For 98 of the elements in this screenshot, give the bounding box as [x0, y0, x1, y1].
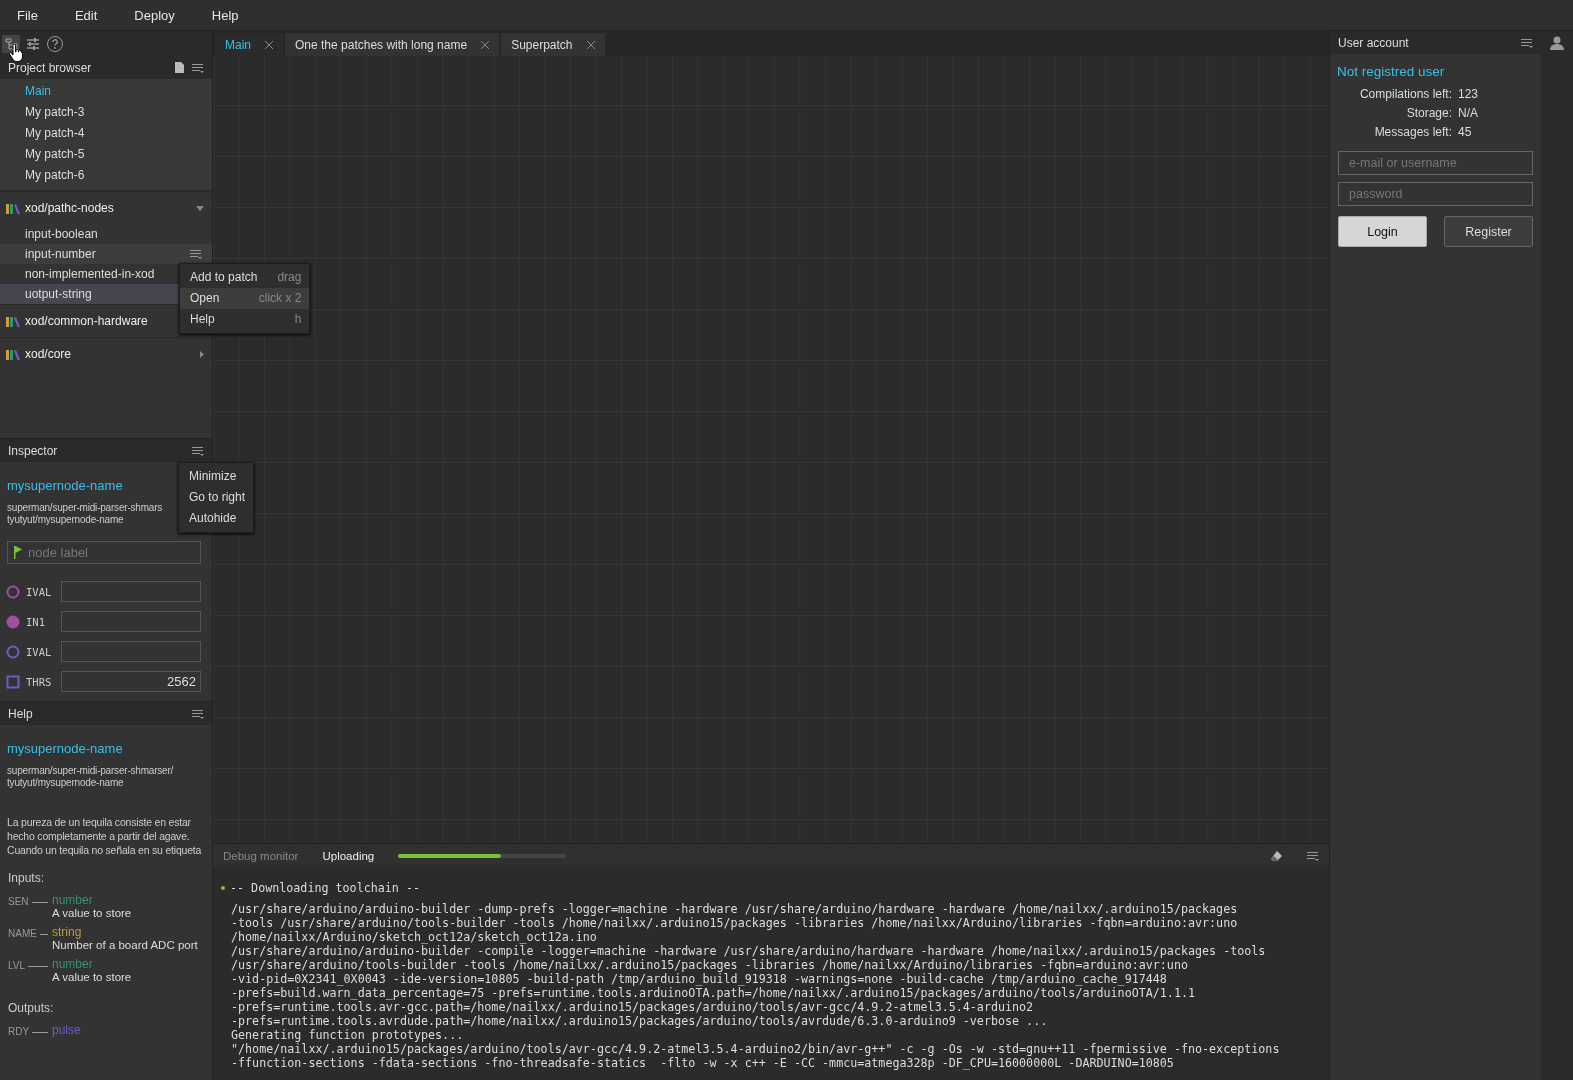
log-line: -prefs=runtime.tools.avrdude.path=/home/nailxx/.arduino15/packages/arduino/tools/avrdude/6.3.0-arduino9 -verbose ...	[230, 1014, 1049, 1028]
user-icon[interactable]	[1550, 36, 1564, 50]
menu-item[interactable]: Autohide	[179, 508, 254, 529]
library-item[interactable]: xod/core	[0, 337, 212, 370]
stat-label: Compilations left:	[1358, 87, 1452, 101]
log-line: /usr/share/arduino/tools-builder -tools /home/nailxx/.arduino15/packages -libraries /home/nailxx/Arduino/libraries -fqbn=arduino:avr:uno	[230, 958, 1189, 972]
stat-value: 123	[1458, 87, 1480, 101]
section-heading: Outputs:	[7, 1000, 55, 1017]
pin-value-field[interactable]	[61, 581, 201, 602]
pin-name: IN1	[26, 615, 46, 628]
pin-value-field[interactable]	[61, 641, 201, 662]
tab[interactable]: One the patches with long name	[285, 33, 500, 56]
debug-tab[interactable]: Uploading	[322, 849, 375, 862]
patch-item[interactable]: My patch-3	[0, 102, 212, 123]
node-item[interactable]: input-number	[0, 244, 212, 264]
log-line: -tools /usr/share/arduino/tools-builder -tools /home/nailxx/.arduino15/packages -libraries /home/nailxx/Arduino/libraries -fqbn=arduino:avr:uno	[230, 916, 1239, 930]
panel-title: User account	[1338, 35, 1409, 50]
menu-item[interactable]: Deploy	[123, 7, 201, 23]
log-line: "/home/nailxx/.arduino15/packages/arduino/tools/avr-gcc/4.9.2-atmel3.5.4-arduino2/bin/avr-g++" -c -g -Os -w -std=gnu++11 -fpermissive -fno-exceptions	[230, 1042, 1281, 1056]
hand-cursor-icon	[9, 44, 23, 62]
tab[interactable]: Main	[215, 33, 283, 56]
pin-value-field[interactable]	[61, 611, 201, 632]
patch-item[interactable]: My patch-5	[0, 144, 212, 165]
pin-name: RDY	[8, 1026, 30, 1037]
pin-type: number	[52, 893, 94, 907]
tab[interactable]: Superpatch	[501, 33, 605, 56]
pin-description: Number of a board ADC port	[52, 939, 198, 951]
stat-label: Messages left:	[1373, 125, 1452, 139]
log-line: /home/nailxx/Arduino/sketch_oct12a/sketch_oct12a.ino	[230, 930, 598, 944]
panel-title: Help	[8, 706, 33, 721]
books-icon	[6, 348, 20, 360]
log-line: -vid-pid=0X2341_0X0043 -ide-version=10805 -build-path /tmp/arduino_build_919318 -warnings=none -build-cache /tmp/arduino_cache_917448	[230, 972, 1168, 986]
pin-description: A value to store	[52, 971, 132, 983]
stat-value: N/A	[1458, 106, 1479, 120]
menu-icon[interactable]	[192, 708, 204, 719]
login-button[interactable]: Login	[1338, 216, 1427, 247]
menu-icon[interactable]	[190, 249, 202, 259]
menu-item[interactable]: Go to right	[179, 487, 254, 508]
node-path: superman/super-midi-parser-shmarser/ tyutyut/mysupernode-name	[7, 765, 174, 789]
pin-description: A value to store	[52, 907, 132, 919]
help-icon[interactable]	[46, 34, 64, 53]
pin-name: NAME	[8, 928, 37, 939]
input-field[interactable]: e-mail or username	[1338, 151, 1533, 175]
node-name: mysupernode-name	[7, 478, 123, 493]
node-path: superman/super-midi-parser-shmars tyutyut/mysupernode-name	[7, 502, 163, 526]
log-line: /usr/share/arduino/arduino-builder -compile -logger=machine -hardware /usr/share/arduino/hardware -hardware /home/nailxx/.arduino15/packages -tools	[230, 944, 1267, 958]
pin-name: IVAL	[26, 645, 53, 658]
pin-name: THRS	[26, 675, 53, 688]
books-icon	[6, 315, 20, 327]
menu-item[interactable]: Open click x 2	[180, 288, 310, 309]
flag-icon	[14, 546, 22, 559]
stat-label: Storage:	[1405, 106, 1452, 120]
pin-value-field[interactable]: 2562	[61, 671, 201, 692]
caret-right-icon[interactable]	[200, 350, 204, 358]
log-heading: -- Downloading toolchain --	[230, 881, 420, 895]
section-heading: Inputs:	[7, 870, 46, 887]
close-icon[interactable]	[265, 40, 273, 49]
menu-icon[interactable]	[192, 62, 204, 73]
node-item[interactable]: input-boolean	[0, 224, 212, 244]
panel-title: Inspector	[8, 443, 58, 458]
menu-icon[interactable]	[192, 445, 204, 456]
pin-name: SEN	[8, 896, 29, 907]
menu-item[interactable]: Minimize	[179, 466, 254, 487]
log-line: /usr/share/arduino/arduino-builder -dump-prefs -logger=machine -hardware /usr/share/arduino/hardware -hardware /home/nailxx/.arduino15/packages	[230, 902, 1239, 916]
menu-item[interactable]: Help	[200, 7, 265, 23]
pin-type: string	[52, 925, 83, 939]
register-button[interactable]: Register	[1444, 216, 1533, 247]
node-description: La pureza de un tequila consiste en estar hecho completamente a partir del agave. Cuando un tequila no señala en su etiqueta	[6, 815, 203, 857]
log-line: -ffunction-sections -fdata-sections -fno-threadsafe-statics -flto -w -x c++ -E -CC -mmcu=atmega328p -DF_CPU=16000000L -DARDUINO=10805	[230, 1056, 1175, 1070]
log-line: -prefs=runtime.tools.avr-gcc.path=/home/nailxx/.arduino15/packages/arduino/tools/avr-gcc/4.9.2-atmel3.5.4-arduino2	[230, 1000, 1035, 1014]
patch-item[interactable]: My patch-6	[0, 165, 212, 186]
close-icon[interactable]	[586, 40, 595, 49]
caret-down-icon[interactable]	[196, 205, 204, 211]
library-item[interactable]: xod/pathc-nodes	[0, 191, 212, 224]
menu-item[interactable]: File	[6, 7, 64, 23]
log-line: Generating function prototypes...	[230, 1028, 465, 1042]
debug-tab[interactable]: Debug monitor	[223, 849, 299, 862]
pin-type: pulse	[52, 1023, 81, 1037]
status-dot	[221, 886, 225, 890]
pin-type: number	[52, 957, 94, 971]
log-line: -prefs=build.warn_data_percentage=75 -prefs=runtime.tools.arduinoOTA.path=/home/nailxx/.arduino15/packages/arduino/tools/arduinoOTA/1.1.1	[230, 986, 1196, 1000]
pin-name: LVL	[8, 960, 26, 971]
menu-item[interactable]: Edit	[63, 7, 124, 23]
pin-name: IVAL	[26, 585, 53, 598]
menu-icon[interactable]	[1521, 37, 1533, 48]
menu-icon[interactable]	[1307, 850, 1319, 861]
patch-item[interactable]: Main	[0, 81, 212, 102]
file-icon[interactable]	[175, 62, 184, 73]
input-field[interactable]: password	[1338, 182, 1533, 206]
eraser-icon[interactable]	[1270, 849, 1283, 862]
node-name: mysupernode-name	[7, 741, 123, 756]
panel-title: Project browser	[8, 60, 92, 75]
stat-value: 45	[1458, 125, 1473, 139]
account-status: Not registred user	[1336, 63, 1446, 81]
node-label-field[interactable]: node label	[7, 541, 201, 564]
patch-item[interactable]: My patch-4	[0, 123, 212, 144]
books-icon	[6, 202, 20, 214]
close-icon[interactable]	[481, 40, 490, 49]
